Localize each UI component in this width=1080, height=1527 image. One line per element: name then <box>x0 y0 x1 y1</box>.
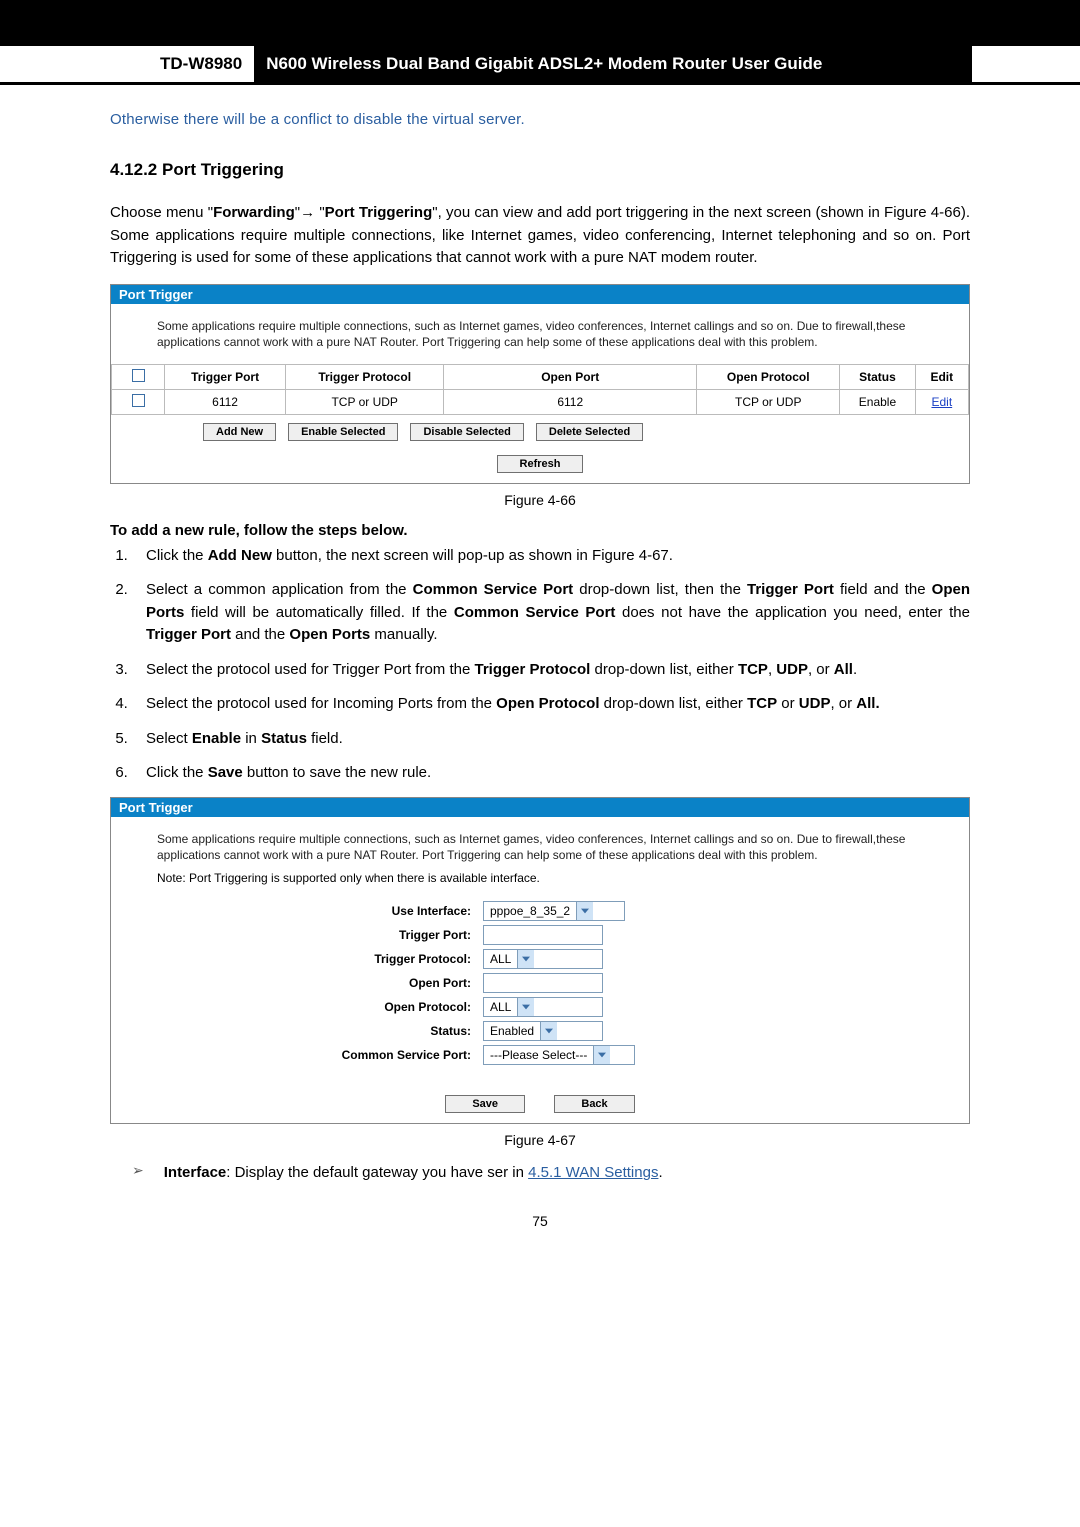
row-checkbox[interactable] <box>132 394 145 407</box>
open-protocol-select[interactable]: ALL <box>483 997 603 1017</box>
model-code: TD-W8980 <box>160 46 254 82</box>
col-edit: Edit <box>915 364 968 389</box>
bullet-interface: ➢ Interface: Display the default gateway… <box>110 1162 970 1185</box>
section-number: 4.12.2 <box>110 160 157 179</box>
label-common-service-port: Common Service Port: <box>111 1048 483 1062</box>
cell-open-port: 6112 <box>444 389 697 414</box>
step-3: Select the protocol used for Trigger Por… <box>132 659 970 682</box>
label-open-protocol: Open Protocol: <box>111 1000 483 1014</box>
intro-paragraph: Choose menu "Forwarding"→ "Port Triggeri… <box>110 202 970 270</box>
arrow-icon: → <box>300 204 315 221</box>
label-trigger-protocol: Trigger Protocol: <box>111 952 483 966</box>
delete-selected-button[interactable]: Delete Selected <box>536 423 643 441</box>
step-5: Select Enable in Status field. <box>132 728 970 751</box>
cell-trigger-port: 6112 <box>165 389 286 414</box>
chevron-down-icon <box>576 902 593 920</box>
label-status: Status: <box>111 1024 483 1038</box>
use-interface-select[interactable]: pppoe_8_35_2 <box>483 901 625 921</box>
cell-status: Enable <box>840 389 915 414</box>
panel2-title: Port Trigger <box>111 798 969 817</box>
cell-open-protocol: TCP or UDP <box>697 389 840 414</box>
page-number: 75 <box>110 1213 970 1229</box>
trigger-port-input[interactable] <box>483 925 603 945</box>
section-title: Port Triggering <box>162 160 284 179</box>
page-header: TD-W8980 N600 Wireless Dual Band Gigabit… <box>0 46 1080 85</box>
bullet-label: Interface <box>164 1164 227 1181</box>
edit-link[interactable]: Edit <box>931 395 952 409</box>
steps-list: Click the Add New button, the next scree… <box>110 545 970 785</box>
section-heading: 4.12.2 Port Triggering <box>110 160 970 180</box>
col-trigger-port: Trigger Port <box>165 364 286 389</box>
open-port-input[interactable] <box>483 973 603 993</box>
chevron-down-icon <box>540 1022 557 1040</box>
chevron-down-icon <box>593 1046 610 1064</box>
trigger-protocol-select[interactable]: ALL <box>483 949 603 969</box>
panel1-description: Some applications require multiple conne… <box>111 312 969 364</box>
col-open-protocol: Open Protocol <box>697 364 840 389</box>
common-service-port-select[interactable]: ---Please Select--- <box>483 1045 635 1065</box>
label-open-port: Open Port: <box>111 976 483 990</box>
intro-pre: Choose menu " <box>110 204 213 221</box>
label-trigger-port: Trigger Port: <box>111 928 483 942</box>
refresh-button[interactable]: Refresh <box>497 455 584 473</box>
wan-settings-link[interactable]: 4.5.1 WAN Settings <box>528 1164 658 1181</box>
figure1-caption: Figure 4-66 <box>110 492 970 508</box>
back-button[interactable]: Back <box>554 1095 634 1113</box>
panel1-title: Port Trigger <box>111 285 969 304</box>
bullet-body: : Display the default gateway you have s… <box>226 1164 528 1181</box>
select-all-checkbox[interactable] <box>132 369 145 382</box>
chevron-down-icon <box>517 998 534 1016</box>
disable-selected-button[interactable]: Disable Selected <box>410 423 523 441</box>
guide-title: N600 Wireless Dual Band Gigabit ADSL2+ M… <box>254 46 972 82</box>
status-select[interactable]: Enabled <box>483 1021 603 1041</box>
panel2-note: Note: Port Triggering is supported only … <box>111 867 969 893</box>
port-trigger-table: Trigger Port Trigger Protocol Open Port … <box>111 364 969 415</box>
col-status: Status <box>840 364 915 389</box>
menu-port-triggering: Port Triggering <box>325 204 433 221</box>
figure2-caption: Figure 4-67 <box>110 1132 970 1148</box>
cell-trigger-protocol: TCP or UDP <box>286 389 444 414</box>
port-trigger-list-panel: Port Trigger Some applications require m… <box>110 284 970 484</box>
bullet-icon: ➢ <box>132 1162 144 1179</box>
col-trigger-protocol: Trigger Protocol <box>286 364 444 389</box>
table-header-row: Trigger Port Trigger Protocol Open Port … <box>112 364 969 389</box>
panel1-button-row: Add New Enable Selected Disable Selected… <box>111 415 969 449</box>
label-use-interface: Use Interface: <box>111 904 483 918</box>
page-header-black-bar <box>0 0 1080 46</box>
menu-forwarding: Forwarding <box>213 204 295 221</box>
step-1: Click the Add New button, the next scree… <box>132 545 970 568</box>
save-button[interactable]: Save <box>445 1095 525 1113</box>
enable-selected-button[interactable]: Enable Selected <box>288 423 398 441</box>
step-4: Select the protocol used for Incoming Po… <box>132 693 970 716</box>
table-row: 6112 TCP or UDP 6112 TCP or UDP Enable E… <box>112 389 969 414</box>
form-area: Use Interface: pppoe_8_35_2 Trigger Port… <box>111 893 969 1083</box>
col-open-port: Open Port <box>444 364 697 389</box>
chevron-down-icon <box>517 950 534 968</box>
conflict-note: Otherwise there will be a conflict to di… <box>110 111 970 128</box>
step-6: Click the Save button to save the new ru… <box>132 762 970 785</box>
add-new-button[interactable]: Add New <box>203 423 276 441</box>
panel2-description: Some applications require multiple conne… <box>111 825 969 867</box>
add-rule-heading: To add a new rule, follow the steps belo… <box>110 522 970 539</box>
step-2: Select a common application from the Com… <box>132 579 970 647</box>
port-trigger-form-panel: Port Trigger Some applications require m… <box>110 797 970 1124</box>
